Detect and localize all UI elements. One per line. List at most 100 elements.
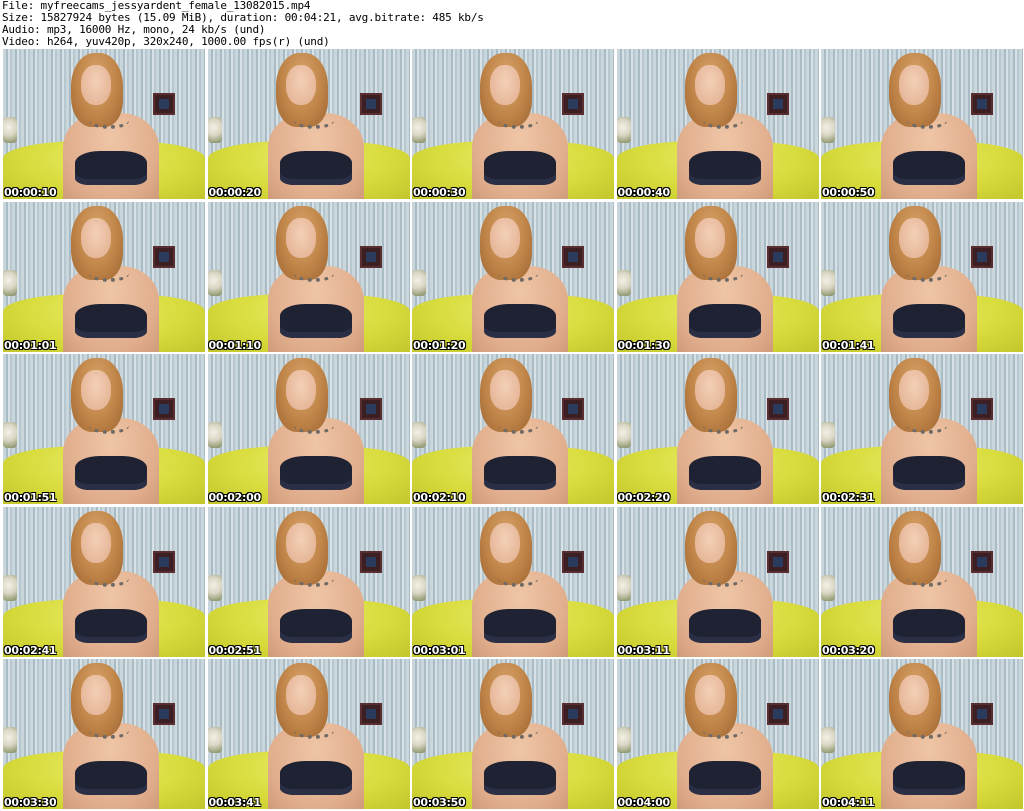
plant	[821, 422, 835, 448]
thumbnail-timestamp: 00:01:01	[4, 338, 57, 352]
person-bra	[893, 608, 965, 643]
person-face	[285, 522, 316, 563]
video-thumbnail: 00:02:20	[616, 354, 819, 504]
person-necklace	[907, 113, 947, 129]
person-necklace	[907, 571, 947, 587]
person-bra	[688, 456, 761, 490]
plant	[3, 117, 17, 143]
person-bra	[484, 761, 556, 795]
person-necklace	[907, 418, 947, 434]
person-figure	[267, 205, 364, 352]
video-thumbnail: 00:01:51	[3, 354, 205, 504]
person-necklace	[293, 418, 334, 434]
person-face	[285, 675, 316, 715]
person-necklace	[89, 113, 129, 129]
person-figure	[472, 205, 568, 352]
person-necklace	[702, 113, 743, 129]
person-figure	[472, 53, 568, 199]
person-bra	[688, 303, 761, 338]
person-face	[81, 65, 111, 105]
video-thumbnail: 00:03:30	[3, 659, 205, 809]
thumbnail-timestamp: 00:02:20	[617, 491, 671, 504]
person-figure	[472, 663, 568, 809]
plant	[412, 727, 426, 753]
person-necklace	[89, 418, 129, 434]
person-figure	[267, 663, 364, 809]
plant	[412, 117, 426, 143]
person-necklace	[702, 418, 743, 434]
person-face	[285, 217, 316, 258]
person-figure	[881, 205, 977, 352]
plant	[616, 574, 631, 601]
thumbnail-timestamp: 00:03:41	[208, 796, 262, 809]
video-thumbnail: 00:04:00	[616, 659, 819, 809]
person-bra	[75, 608, 147, 643]
person-bra	[279, 761, 352, 795]
video-thumbnail: 00:04:11	[821, 659, 1023, 809]
video-thumbnail: 00:00:10	[3, 49, 205, 199]
person-necklace	[702, 571, 743, 587]
video-thumbnail: 00:01:30	[616, 201, 819, 352]
person-face	[694, 217, 725, 258]
thumbnail-timestamp: 00:03:20	[822, 643, 875, 657]
video-thumbnail: 00:01:20	[412, 201, 614, 352]
thumbnail-timestamp: 00:04:00	[617, 796, 671, 809]
person-necklace	[702, 723, 743, 739]
plant	[3, 422, 17, 448]
thumbnail-timestamp: 00:03:30	[4, 796, 57, 809]
video-thumbnail: 00:00:40	[616, 49, 819, 199]
person-face	[694, 675, 725, 715]
thumbnail-timestamp: 00:01:41	[822, 338, 875, 352]
thumbnail-timestamp: 00:01:10	[208, 338, 262, 352]
plant	[616, 117, 631, 143]
thumbnail-timestamp: 00:02:31	[822, 491, 875, 504]
person-face	[694, 370, 725, 410]
person-bra	[75, 151, 147, 185]
thumbnail-timestamp: 00:00:10	[4, 186, 57, 199]
thumbnail-timestamp: 00:00:20	[208, 186, 262, 199]
person-bra	[688, 761, 761, 795]
person-necklace	[293, 113, 334, 129]
thumbnail-timestamp: 00:00:40	[617, 186, 671, 199]
thumbnail-timestamp: 00:02:41	[4, 643, 57, 657]
plant	[412, 574, 426, 601]
plant	[412, 269, 426, 296]
person-figure	[63, 510, 159, 657]
person-figure	[881, 510, 977, 657]
person-face	[81, 217, 111, 258]
person-figure	[676, 205, 773, 352]
person-figure	[267, 53, 364, 199]
person-bra	[484, 303, 556, 338]
person-figure	[676, 663, 773, 809]
plant	[616, 269, 631, 296]
person-face	[694, 522, 725, 563]
person-necklace	[498, 571, 538, 587]
person-bra	[893, 151, 965, 185]
person-bra	[484, 456, 556, 490]
plant	[207, 727, 222, 753]
person-necklace	[907, 266, 947, 282]
person-face	[899, 65, 929, 105]
person-figure	[676, 53, 773, 199]
person-bra	[279, 303, 352, 338]
plant	[821, 117, 835, 143]
video-thumbnail: 00:00:20	[207, 49, 410, 199]
person-necklace	[293, 723, 334, 739]
video-thumbnail: 00:02:41	[3, 506, 205, 657]
person-necklace	[907, 723, 947, 739]
video-thumbnail: 00:03:50	[412, 659, 614, 809]
person-bra	[75, 303, 147, 338]
video-thumbnail: 00:00:50	[821, 49, 1023, 199]
person-bra	[688, 151, 761, 185]
plant	[207, 117, 222, 143]
person-bra	[893, 456, 965, 490]
person-necklace	[293, 571, 334, 587]
thumbnail-timestamp: 00:00:50	[822, 186, 875, 199]
video-thumbnail: 00:02:10	[412, 354, 614, 504]
thumbnail-timestamp: 00:04:11	[822, 796, 875, 809]
plant	[3, 269, 17, 296]
plant	[207, 269, 222, 296]
person-figure	[63, 663, 159, 809]
plant	[3, 727, 17, 753]
video-thumbnail: 00:03:01	[412, 506, 614, 657]
